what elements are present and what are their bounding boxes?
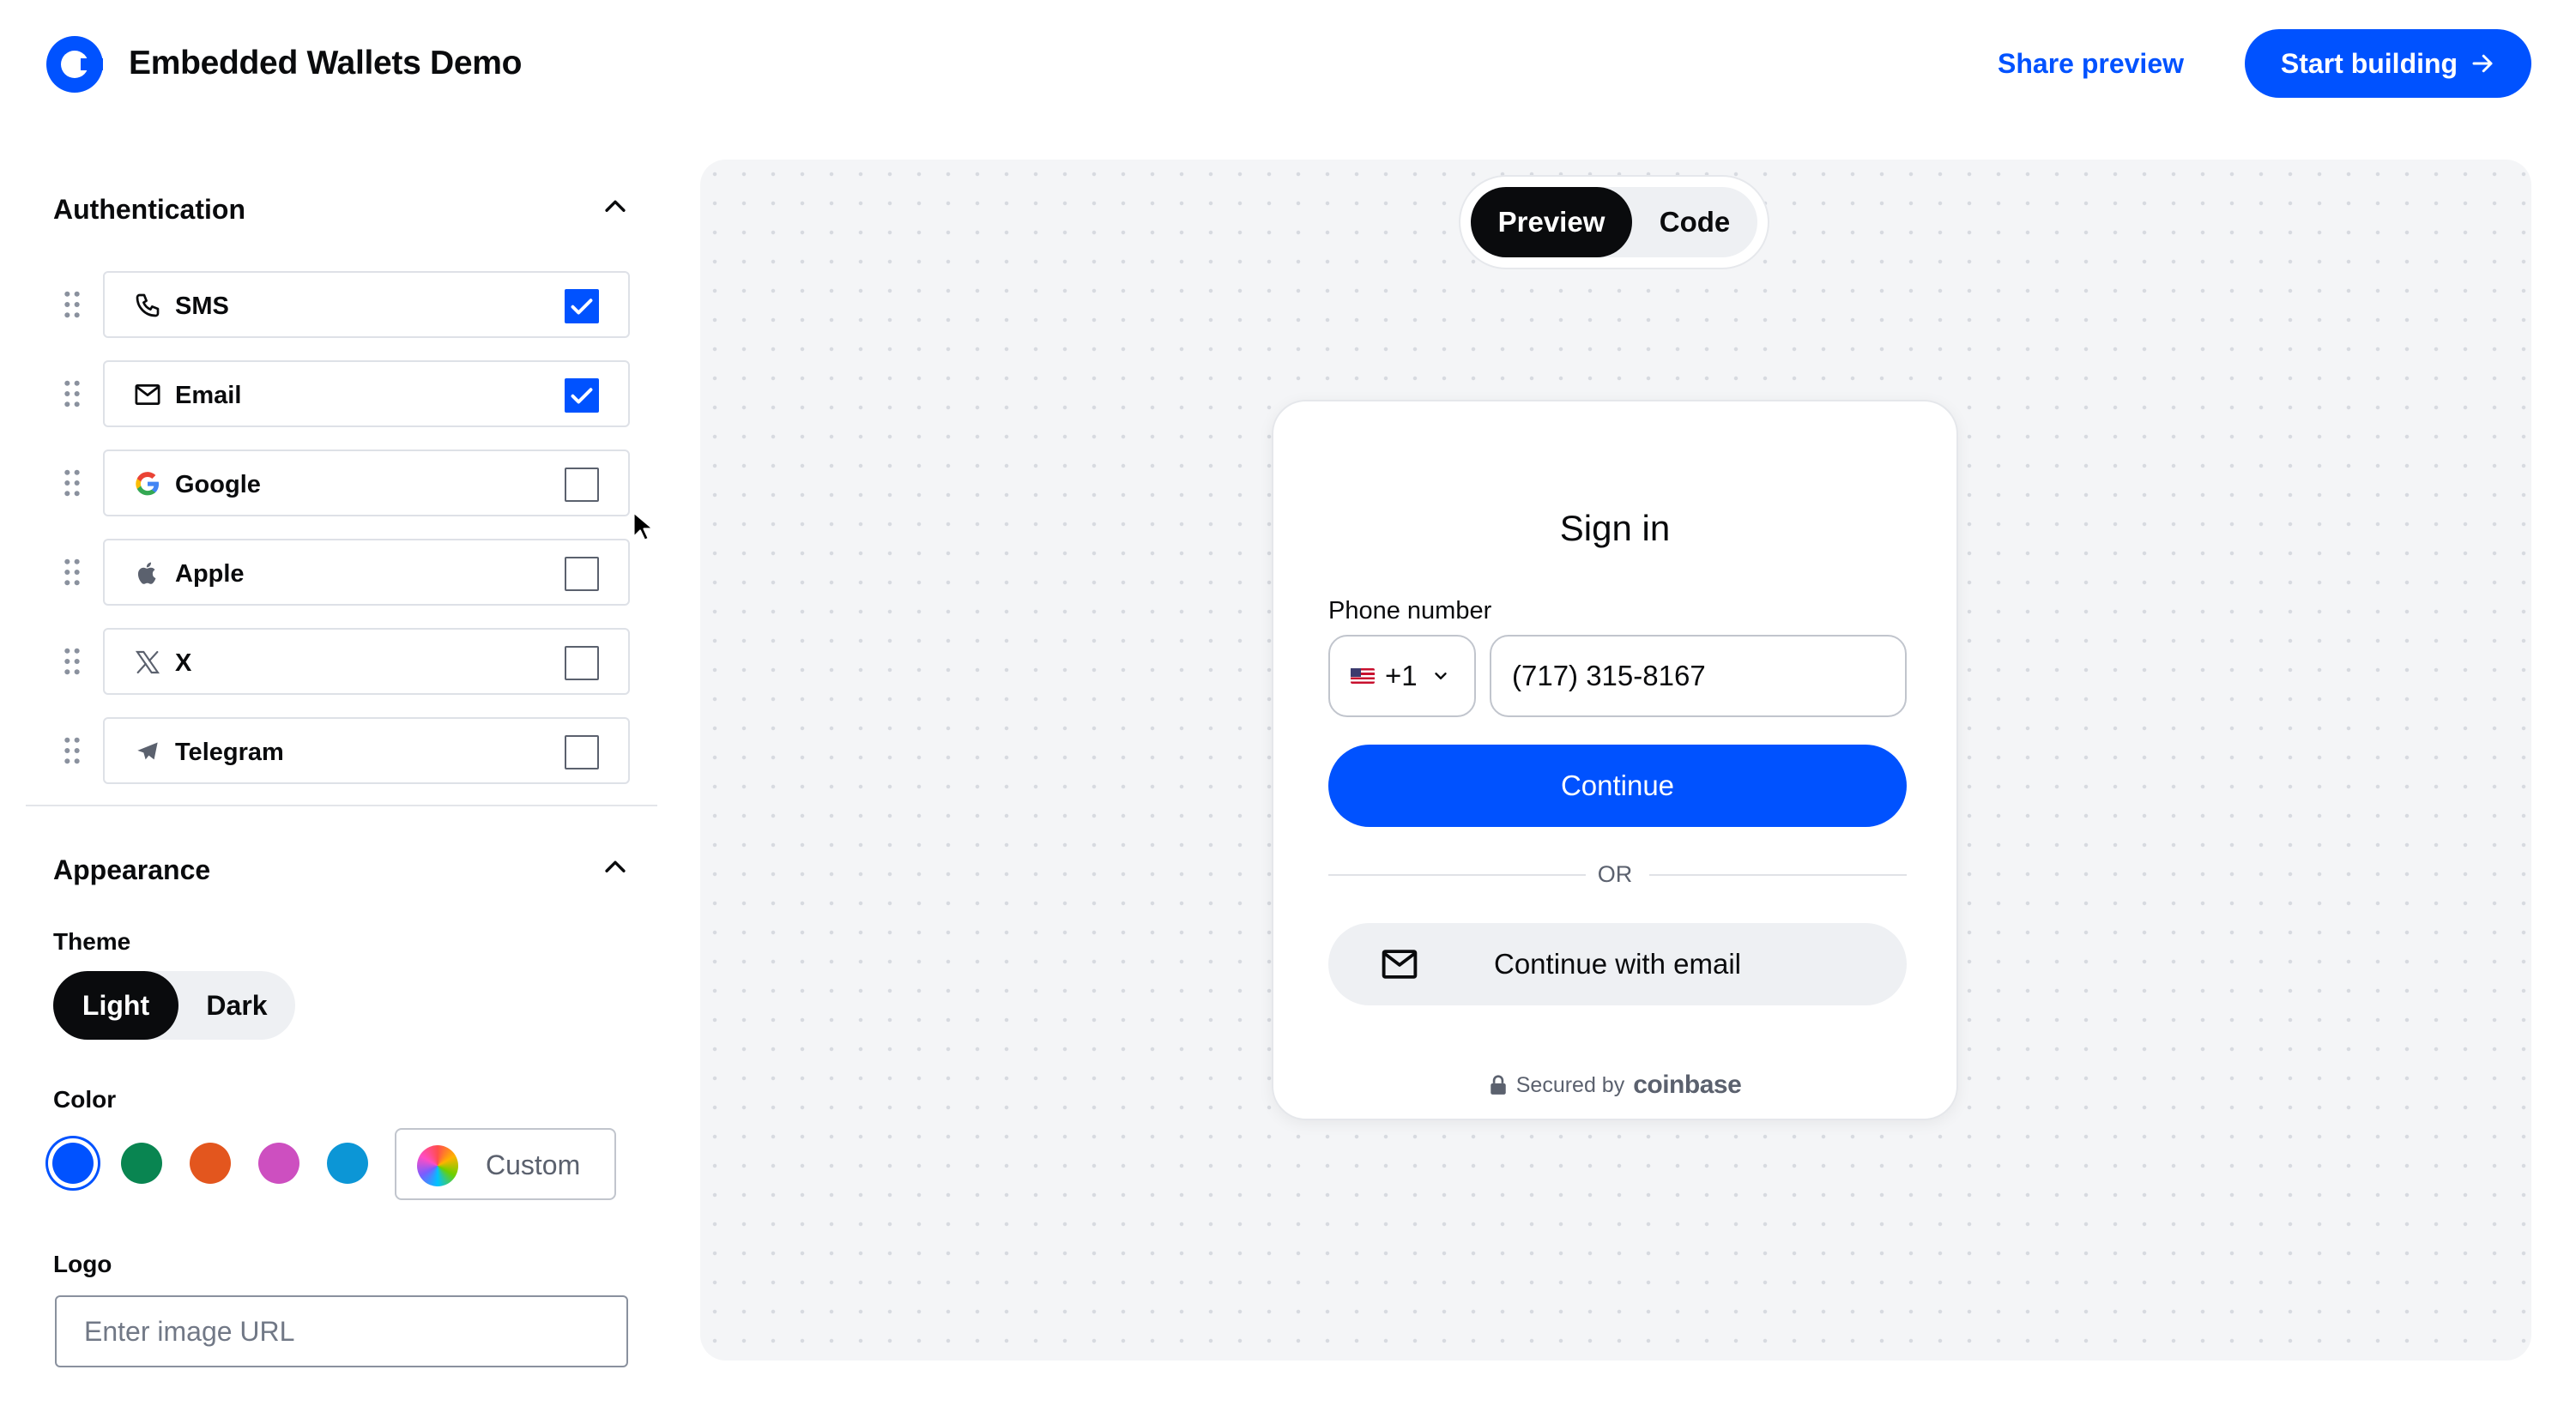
drag-handle-icon[interactable]: [62, 736, 82, 765]
auth-option-apple[interactable]: Apple: [103, 539, 630, 606]
continue-button[interactable]: Continue: [1328, 745, 1907, 827]
auth-method-row-google: Google: [0, 450, 652, 516]
auth-method-row-telegram: Telegram: [0, 717, 652, 784]
drag-handle-icon[interactable]: [62, 290, 82, 319]
auth-option-checkbox[interactable]: [565, 468, 599, 502]
phone-number-label: Phone number: [1328, 597, 1492, 625]
drag-handle-icon[interactable]: [62, 379, 82, 408]
color-swatch[interactable]: [258, 1143, 299, 1184]
auth-option-label: X: [175, 649, 192, 677]
view-toggle-track: Preview Code: [1471, 187, 1757, 257]
auth-option-label: SMS: [175, 293, 229, 320]
auth-option-label: Telegram: [175, 739, 284, 766]
tab-preview[interactable]: Preview: [1471, 187, 1632, 257]
secured-by-label: Secured by: [1515, 1072, 1625, 1097]
theme-option-dark[interactable]: Dark: [178, 971, 295, 1040]
chevron-up-icon[interactable]: [601, 192, 630, 221]
section-divider: [26, 805, 657, 806]
drag-handle-icon[interactable]: [62, 468, 82, 498]
arrow-right-icon: [2472, 54, 2493, 73]
auth-option-checkbox[interactable]: [565, 289, 599, 323]
drag-handle-icon[interactable]: [62, 558, 82, 587]
color-swatch[interactable]: [327, 1143, 368, 1184]
custom-color-label: Custom: [486, 1150, 581, 1180]
auth-option-checkbox[interactable]: [565, 378, 599, 413]
sign-in-title: Sign in: [1559, 508, 1671, 548]
country-code-select[interactable]: +1: [1328, 635, 1476, 717]
tab-code[interactable]: Code: [1632, 187, 1757, 257]
custom-color-button[interactable]: Custom: [395, 1128, 616, 1200]
auth-method-row-apple: Apple: [0, 539, 652, 606]
color-label: Color: [53, 1086, 117, 1113]
app-title: Embedded Wallets Demo: [129, 45, 523, 81]
theme-label: Theme: [53, 928, 131, 955]
view-toggle: Preview Code: [1459, 175, 1769, 269]
auth-option-checkbox[interactable]: [565, 557, 599, 591]
telegram-icon: [132, 736, 163, 767]
auth-option-google[interactable]: Google: [103, 450, 630, 516]
us-flag-icon: [1351, 668, 1375, 684]
apple-icon: [132, 558, 163, 588]
coinbase-logo-icon: [46, 36, 103, 93]
appearance-section-title: Appearance: [53, 854, 211, 885]
continue-with-email-label: Continue with email: [1494, 948, 1741, 980]
auth-option-checkbox[interactable]: [565, 735, 599, 769]
chevron-up-icon[interactable]: [601, 853, 630, 882]
auth-option-sms[interactable]: SMS: [103, 271, 630, 338]
color-wheel-icon: [417, 1145, 458, 1186]
mail-icon: [132, 379, 163, 410]
x-icon: [132, 647, 163, 678]
phone-number-input[interactable]: [1490, 635, 1907, 717]
color-swatch[interactable]: [52, 1143, 94, 1184]
sign-in-card: Sign in Phone number +1 Continue OR Cont…: [1272, 400, 1958, 1120]
mouse-cursor-icon: [632, 511, 653, 541]
country-code-value: +1: [1385, 660, 1418, 691]
auth-method-row-sms: SMS: [0, 271, 652, 338]
auth-option-telegram[interactable]: Telegram: [103, 717, 630, 784]
auth-method-row-email: Email: [0, 360, 652, 427]
start-building-button[interactable]: Start building: [2245, 29, 2531, 98]
auth-option-x[interactable]: X: [103, 628, 630, 695]
secured-by-footer: Secured by coinbase: [1273, 1071, 1956, 1100]
start-building-label: Start building: [2280, 47, 2458, 79]
auth-option-label: Apple: [175, 560, 245, 588]
auth-option-email[interactable]: Email: [103, 360, 630, 427]
or-separator: OR: [1597, 861, 1633, 887]
theme-option-light[interactable]: Light: [53, 971, 178, 1040]
lock-icon: [1491, 1075, 1506, 1095]
coinbase-wordmark: coinbase: [1633, 1071, 1742, 1099]
theme-toggle: Light Dark: [53, 971, 295, 1040]
drag-handle-icon[interactable]: [62, 647, 82, 676]
color-swatch[interactable]: [190, 1143, 231, 1184]
share-preview-link[interactable]: Share preview: [1998, 48, 2184, 80]
authentication-section-title: Authentication: [53, 194, 245, 225]
auth-option-label: Email: [175, 382, 242, 409]
auth-method-row-x: X: [0, 628, 652, 695]
logo-url-input[interactable]: [55, 1295, 628, 1367]
color-swatch[interactable]: [121, 1143, 162, 1184]
continue-with-email-button[interactable]: Continue with email: [1328, 923, 1907, 1005]
google-icon: [132, 468, 163, 499]
chevron-down-icon: [1434, 673, 1447, 679]
auth-option-label: Google: [175, 471, 261, 498]
auth-option-checkbox[interactable]: [565, 646, 599, 680]
logo-label: Logo: [53, 1251, 112, 1277]
phone-icon: [132, 290, 163, 321]
